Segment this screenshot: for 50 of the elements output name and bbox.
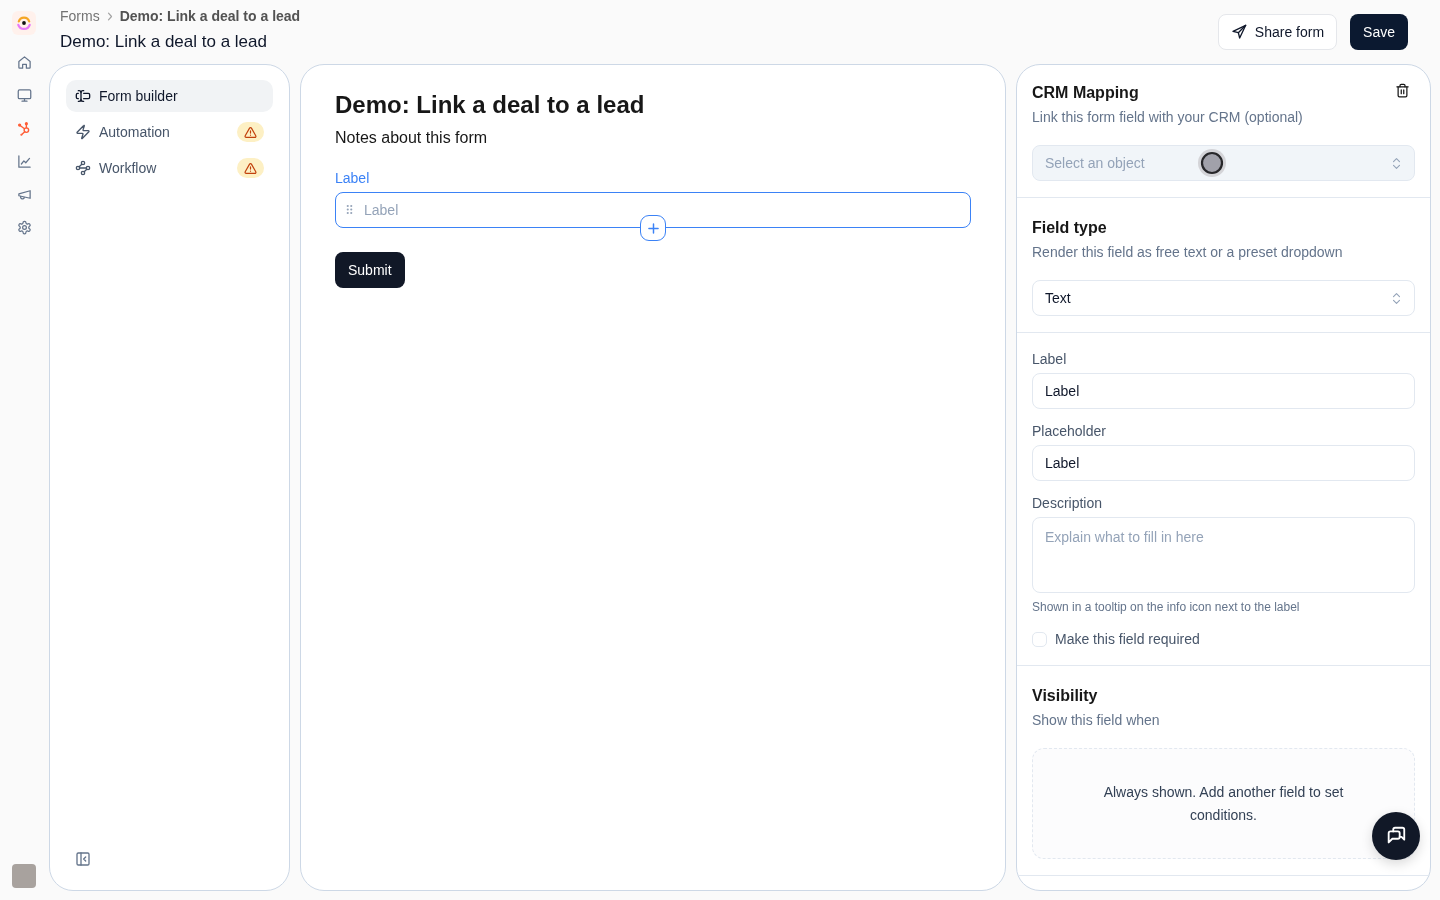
field-label: Placeholder bbox=[1032, 422, 1107, 441]
trash-icon[interactable] bbox=[1395, 83, 1410, 98]
line-chart-icon[interactable] bbox=[16, 154, 32, 169]
breadcrumb-link[interactable]: Demo: Link a deal to a lead bbox=[119, 7, 301, 25]
empty-state-message: Always shown. Add another field to set conditions. bbox=[1102, 782, 1345, 825]
page-title: Demo: Link a deal to a lead bbox=[60, 31, 267, 53]
drag-handle-icon[interactable] bbox=[346, 204, 353, 215]
helper-text: Shown in a tooltip on the info icon next to the label bbox=[1032, 599, 1301, 615]
submit-button[interactable]: Submit bbox=[335, 252, 405, 288]
label-input[interactable]: Label bbox=[1032, 373, 1415, 409]
collapse-sidebar-icon[interactable] bbox=[75, 851, 91, 867]
monitor-icon[interactable] bbox=[16, 88, 32, 103]
section-title: CRM Mapping bbox=[1032, 83, 1140, 103]
form-notes: Notes about this form bbox=[335, 128, 489, 148]
required-checkbox[interactable] bbox=[1032, 631, 1047, 647]
nav-item[interactable]: Workflow bbox=[66, 152, 273, 184]
share-form-button[interactable]: Share form bbox=[1217, 14, 1338, 50]
chevron-up-down-icon bbox=[1392, 156, 1401, 170]
cursor-icon bbox=[1197, 148, 1227, 178]
save-button[interactable]: Save bbox=[1350, 14, 1408, 50]
section-title: Field type bbox=[1032, 218, 1108, 238]
chevron-up-down-icon bbox=[1392, 291, 1401, 305]
settings-icon[interactable] bbox=[16, 220, 32, 235]
field-type-select[interactable]: Text bbox=[1032, 280, 1415, 316]
checkbox-label[interactable]: Make this field required bbox=[1055, 629, 1200, 649]
text-input-icon bbox=[75, 88, 91, 104]
home-icon[interactable] bbox=[16, 55, 32, 70]
nodes-icon bbox=[75, 160, 91, 176]
plus-icon bbox=[647, 222, 659, 234]
section-subtitle: Show this field when bbox=[1032, 711, 1161, 730]
field-label: Label bbox=[1032, 350, 1068, 369]
description-textarea[interactable]: Explain what to fill in here bbox=[1032, 517, 1415, 593]
field-label: Label bbox=[335, 169, 371, 188]
breadcrumb-link[interactable]: Forms bbox=[60, 7, 100, 25]
nav-item[interactable]: Automation bbox=[66, 116, 273, 148]
form-title: Demo: Link a deal to a lead bbox=[335, 90, 646, 120]
add-field-button[interactable] bbox=[640, 215, 666, 241]
megaphone-icon[interactable] bbox=[16, 187, 32, 202]
placeholder-input[interactable]: Label bbox=[1032, 445, 1415, 481]
lightning-icon bbox=[75, 124, 91, 140]
nav-item[interactable]: Form builder bbox=[66, 80, 273, 112]
section-title: Visibility bbox=[1032, 686, 1099, 706]
sprocket-icon[interactable] bbox=[16, 121, 32, 136]
section-subtitle: Link this form field with your CRM (optional) bbox=[1032, 108, 1303, 127]
text-input-field[interactable]: Label bbox=[335, 192, 971, 228]
paper-plane-icon bbox=[1230, 24, 1247, 40]
section-subtitle: Render this field as free text or a preset dropdown bbox=[1032, 243, 1344, 262]
field-label: Description bbox=[1032, 494, 1104, 513]
logo-icon[interactable] bbox=[12, 11, 36, 35]
chevron-right-icon bbox=[106, 11, 113, 21]
